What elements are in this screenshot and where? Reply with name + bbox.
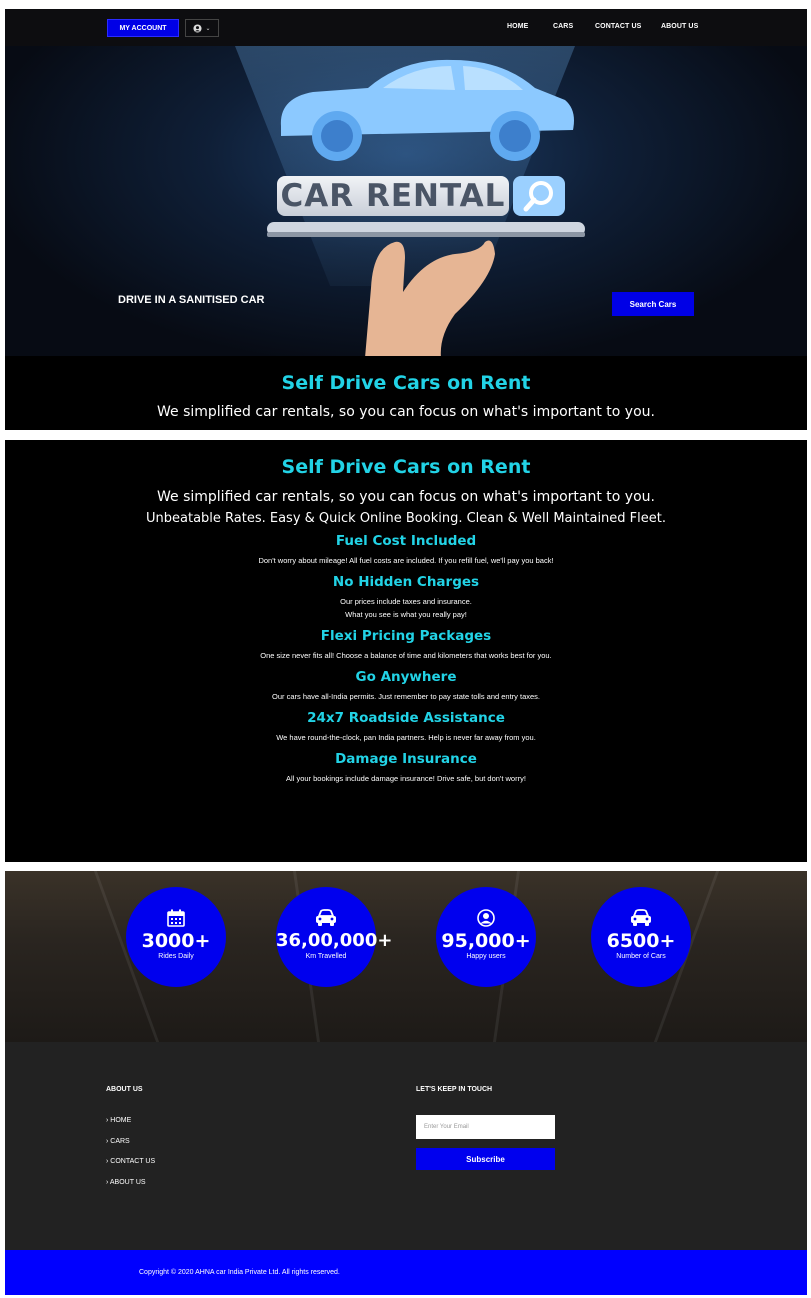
feature-title: Go Anywhere — [355, 669, 457, 686]
intro-strip: Self Drive Cars on Rent We simplified ca… — [5, 356, 807, 430]
footer-contact-heading: LET'S KEEP IN TOUCH — [416, 1086, 493, 1093]
stat-value: 6500+ — [606, 930, 676, 952]
intro-subtitle: We simplified car rentals, so you can fo… — [157, 404, 655, 420]
user-circle-icon — [477, 909, 495, 927]
feature-item: Damage Insurance All your bookings inclu… — [5, 751, 807, 785]
stat-km-travelled: 36,00,000+ Km Travelled — [276, 887, 393, 987]
stats-footer-panel: 3000+ Rides Daily 36,00,000+ Km Travelle… — [5, 871, 807, 1295]
feature-title: 24x7 Roadside Assistance — [307, 710, 505, 727]
car-rental-sign: CAR RENTAL — [277, 176, 509, 216]
chevron-down-icon: ⌄ — [205, 25, 211, 32]
feature-title: No Hidden Charges — [332, 574, 480, 591]
stat-rides-daily: 3000+ Rides Daily — [126, 887, 226, 987]
feature-line: What you see is what you really pay! — [345, 610, 467, 620]
stat-value: 95,000+ — [441, 930, 531, 952]
feature-description: Our cars have all-India permits. Just re… — [271, 692, 541, 702]
search-cars-button[interactable]: Search Cars — [612, 292, 694, 316]
feature-description: Don't worry about mileage! All fuel cost… — [258, 556, 554, 566]
footer-link-label: CARS — [110, 1138, 130, 1145]
top-navbar: MY ACCOUNT ⌄ HOME CARS CONTACT US ABOUT … — [5, 9, 807, 46]
feature-title: Flexi Pricing Packages — [320, 628, 492, 645]
magnifier-icon — [523, 181, 553, 212]
intro-title: Self Drive Cars on Rent — [281, 372, 531, 394]
feature-description: One size never fits all! Choose a balanc… — [260, 651, 552, 661]
nav-contact-us[interactable]: CONTACT US — [595, 23, 641, 30]
feature-item: Fuel Cost Included Don't worry about mil… — [5, 533, 807, 567]
car-icon — [316, 909, 336, 926]
feature-line: Our prices include taxes and insurance. — [340, 597, 472, 607]
footer-link-cars[interactable]: › CARS — [106, 1138, 130, 1145]
footer-link-label: ABOUT US — [109, 1179, 146, 1186]
home-hero-panel: MY ACCOUNT ⌄ HOME CARS CONTACT US ABOUT … — [5, 9, 807, 430]
features-subtitle: We simplified car rentals, so you can fo… — [157, 489, 655, 505]
footer-link-about-us[interactable]: › ABOUT US — [106, 1179, 146, 1186]
feature-title: Fuel Cost Included — [335, 533, 477, 550]
car-illustration — [280, 59, 574, 161]
feature-description: All your bookings include damage insuran… — [286, 774, 526, 784]
stat-label: Number of Cars — [616, 953, 666, 960]
stat-label: Km Travelled — [305, 953, 347, 960]
nav-about-us[interactable]: ABOUT US — [661, 23, 698, 30]
copyright-bar: Copyright © 2020 AHNA car India Private … — [5, 1250, 807, 1295]
footer-about-heading: ABOUT US — [106, 1086, 143, 1093]
sign-search-tile — [513, 176, 565, 216]
hero-tagline: DRIVE IN A SANITISED CAR — [118, 294, 265, 306]
feature-item: No Hidden Charges Our prices include tax… — [5, 574, 807, 621]
feature-title: Damage Insurance — [335, 751, 477, 768]
feature-item: 24x7 Roadside Assistance We have round-t… — [5, 710, 807, 744]
features-panel: Self Drive Cars on Rent We simplified ca… — [5, 440, 807, 862]
user-menu-button[interactable]: ⌄ — [185, 19, 219, 37]
footer-link-contact-us[interactable]: › CONTACT US — [106, 1158, 155, 1165]
nav-home[interactable]: HOME — [507, 23, 528, 30]
site-footer: ABOUT US › HOME › CARS › CONTACT US › AB… — [5, 1042, 807, 1250]
feature-item: Flexi Pricing Packages One size never fi… — [5, 628, 807, 662]
hand-with-tablet — [267, 222, 585, 356]
feature-item: Go Anywhere Our cars have all-India perm… — [5, 669, 807, 703]
stat-value: 36,00,000+ — [276, 930, 393, 951]
stat-value: 3000+ — [141, 930, 211, 952]
feature-description: We have round-the-clock, pan India partn… — [276, 733, 536, 743]
calendar-icon — [167, 909, 185, 927]
stat-happy-users: 95,000+ Happy users — [436, 887, 536, 987]
stat-label: Rides Daily — [158, 953, 194, 960]
footer-link-home[interactable]: › HOME — [106, 1117, 131, 1124]
highway-background: 3000+ Rides Daily 36,00,000+ Km Travelle… — [5, 871, 807, 1042]
footer-link-label: CONTACT US — [110, 1158, 156, 1165]
user-circle-icon — [193, 23, 203, 33]
subscribe-button[interactable]: Subscribe — [416, 1148, 555, 1170]
stat-number-of-cars: 6500+ Number of Cars — [591, 887, 691, 987]
nav-cars[interactable]: CARS — [553, 23, 573, 30]
feature-description: Our prices include taxes and insurance. … — [5, 595, 807, 621]
features-title: Self Drive Cars on Rent — [281, 456, 531, 478]
hero-banner: CAR RENTAL DRIVE IN A SANITISED CAR Sear… — [5, 46, 807, 356]
footer-link-label: HOME — [110, 1117, 132, 1124]
email-input[interactable]: Enter Your Email — [416, 1115, 555, 1139]
copyright-text: Copyright © 2020 AHNA car India Private … — [139, 1269, 340, 1276]
my-account-button[interactable]: MY ACCOUNT — [107, 19, 179, 37]
features-tagline: Unbeatable Rates. Easy & Quick Online Bo… — [146, 511, 666, 527]
stat-label: Happy users — [466, 953, 506, 960]
car-icon — [631, 909, 651, 926]
